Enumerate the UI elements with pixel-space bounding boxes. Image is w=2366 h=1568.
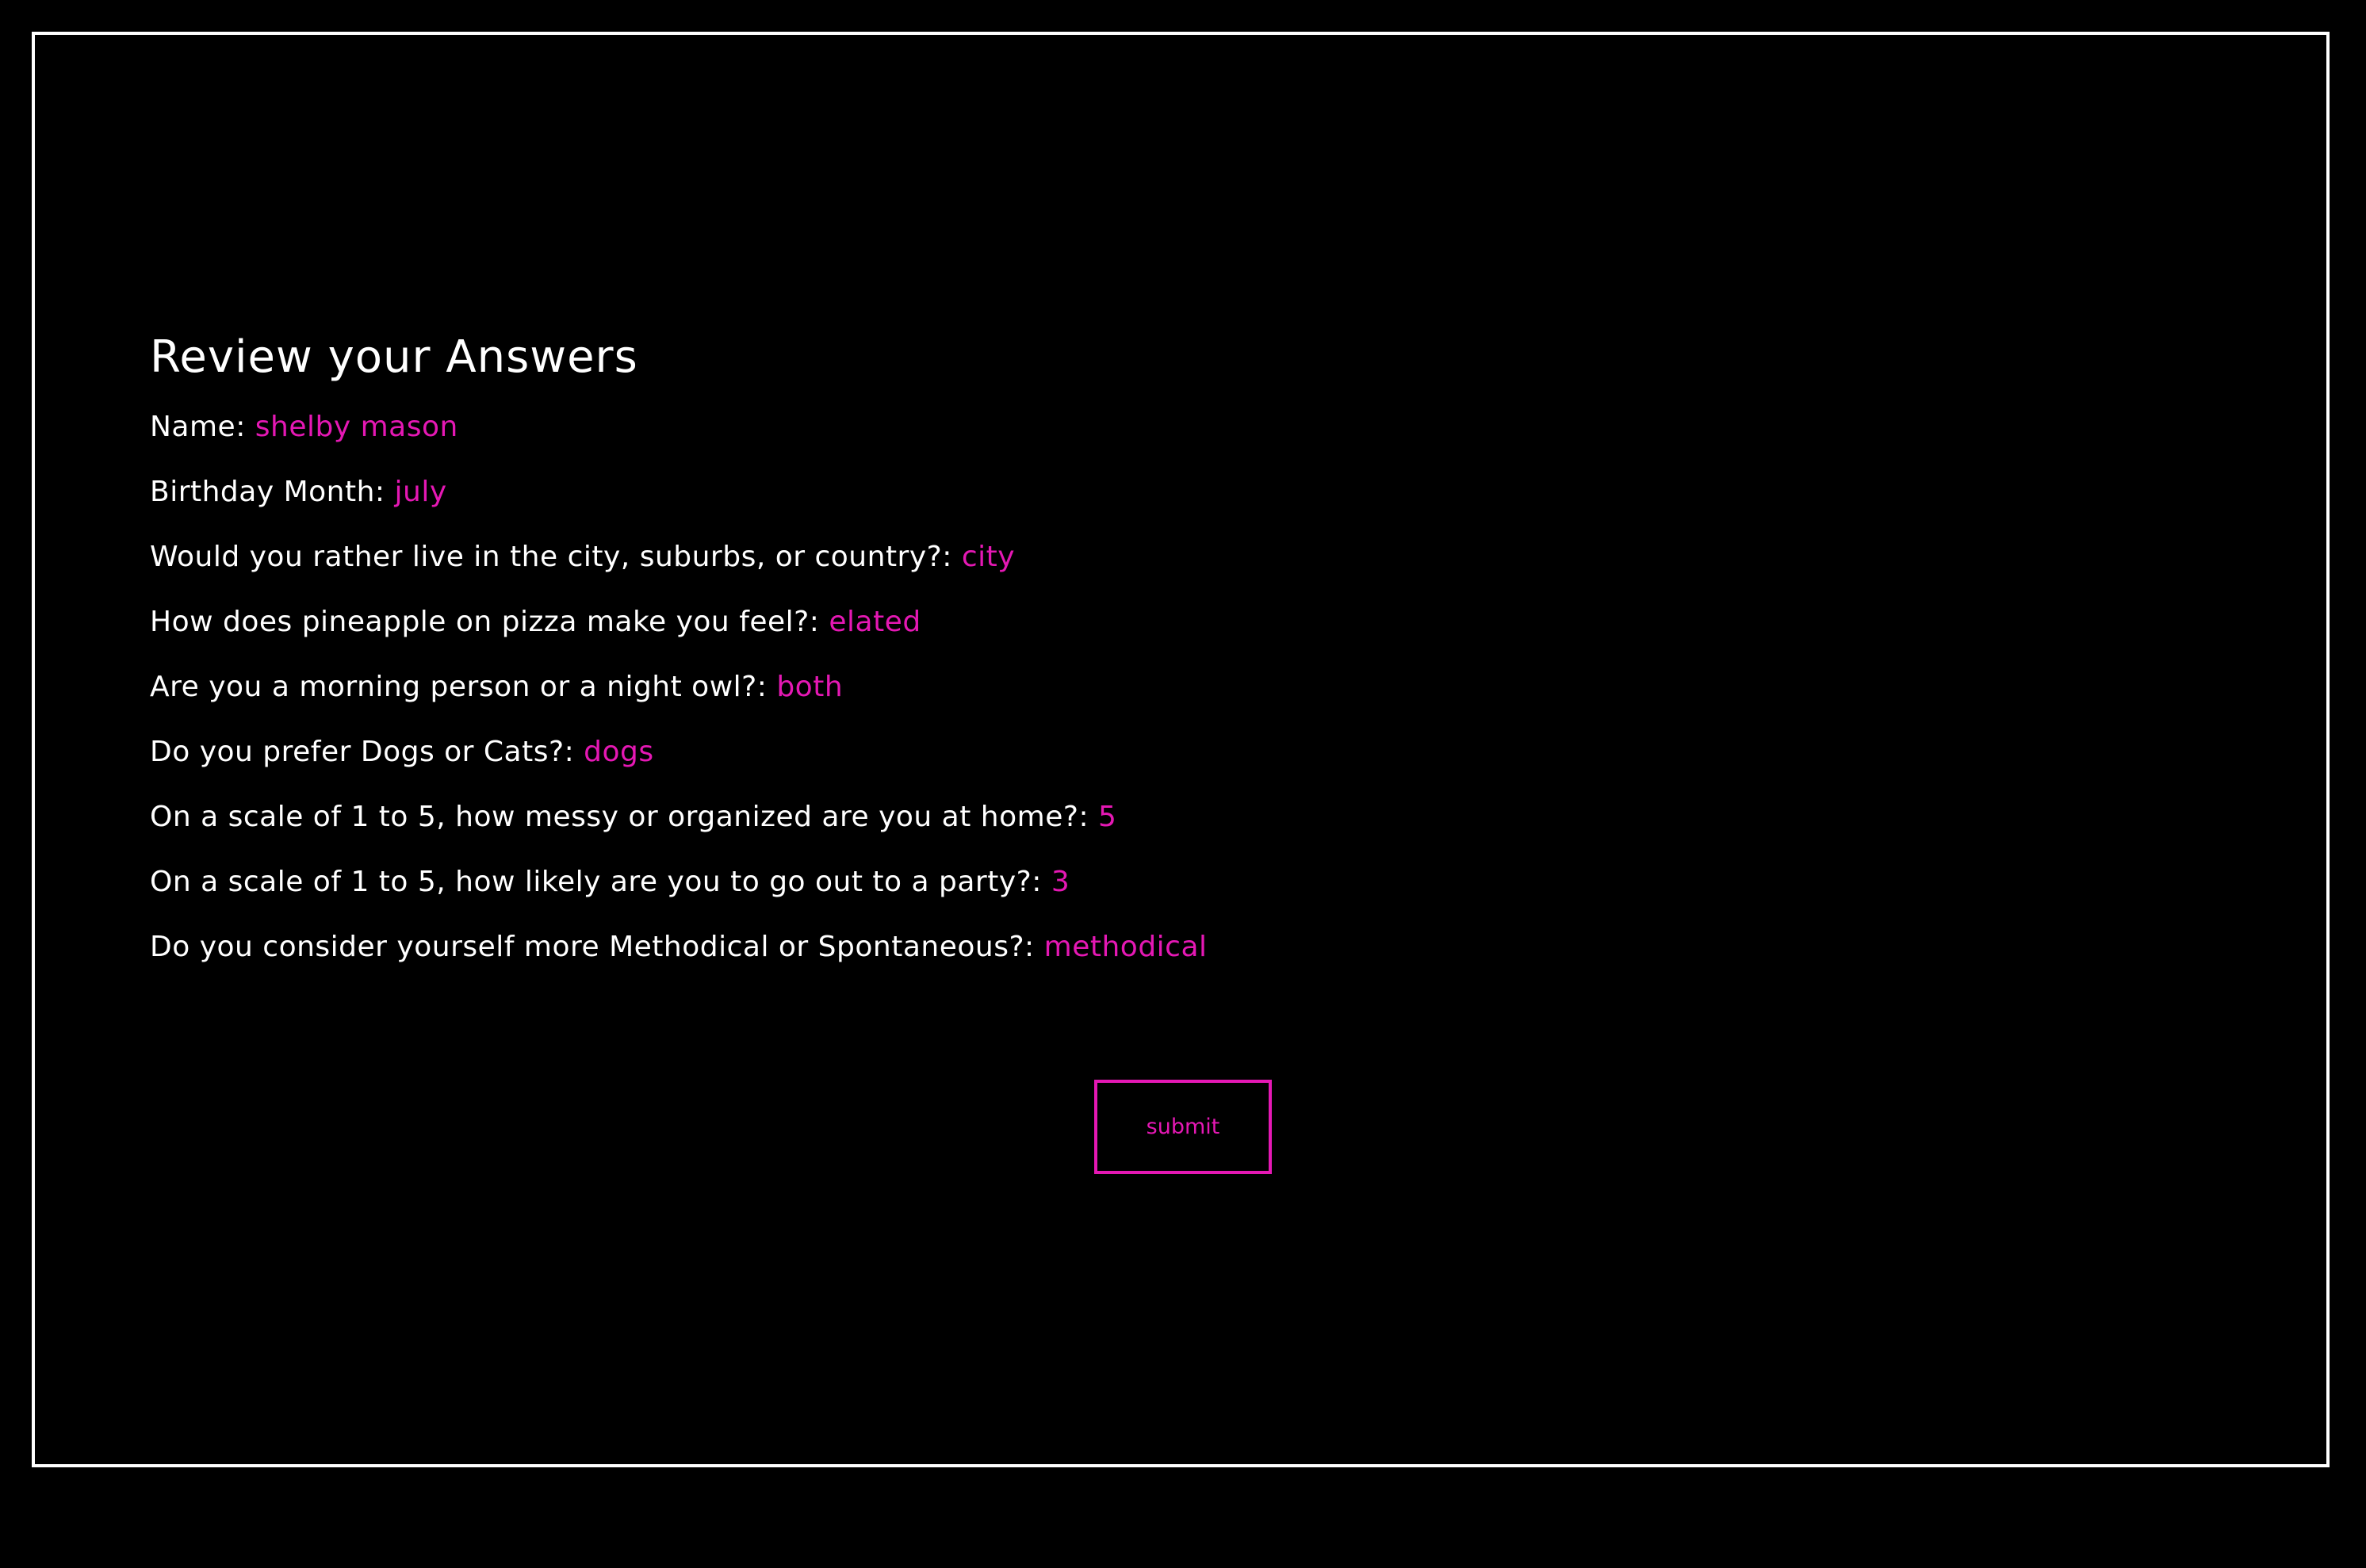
answer-row-methodical-spontaneous: Do you consider yourself more Methodical…	[150, 928, 2053, 993]
question-label: Do you consider yourself more Methodical…	[150, 931, 1044, 963]
question-label: Would you rather live in the city, subur…	[150, 541, 962, 573]
answer-value: elated	[829, 606, 921, 638]
question-label: How does pineapple on pizza make you fee…	[150, 606, 829, 638]
question-label: On a scale of 1 to 5, how messy or organ…	[150, 801, 1099, 833]
answer-row-birthday-month: Birthday Month: july	[150, 473, 2053, 538]
answer-value: 3	[1051, 866, 1070, 898]
answer-row-living-place: Would you rather live in the city, subur…	[150, 538, 2053, 603]
question-label: Birthday Month:	[150, 476, 395, 508]
answer-value: both	[776, 671, 844, 703]
answer-value: methodical	[1043, 931, 1208, 963]
answer-value: shelby mason	[255, 411, 458, 443]
review-panel: Review your Answers Name: shelby mason B…	[150, 329, 2053, 993]
answer-value: city	[961, 541, 1016, 573]
answers-list: Name: shelby mason Birthday Month: july …	[150, 408, 2053, 993]
question-label: Name:	[150, 411, 255, 443]
answer-row-messy-organized: On a scale of 1 to 5, how messy or organ…	[150, 798, 2053, 863]
answer-value: july	[394, 476, 447, 508]
question-label: Do you prefer Dogs or Cats?:	[150, 736, 584, 768]
submit-button[interactable]: submit	[1094, 1080, 1272, 1174]
answer-row-pineapple-pizza: How does pineapple on pizza make you fee…	[150, 603, 2053, 668]
answer-value: 5	[1098, 801, 1117, 833]
answer-row-party-likelihood: On a scale of 1 to 5, how likely are you…	[150, 863, 2053, 928]
question-label: On a scale of 1 to 5, how likely are you…	[150, 866, 1051, 898]
answer-row-dogs-cats: Do you prefer Dogs or Cats?: dogs	[150, 733, 2053, 798]
question-label: Are you a morning person or a night owl?…	[150, 671, 777, 703]
answer-value: dogs	[584, 736, 654, 768]
answer-row-morning-night: Are you a morning person or a night owl?…	[150, 668, 2053, 733]
answer-row-name: Name: shelby mason	[150, 408, 2053, 473]
page-title: Review your Answers	[150, 331, 638, 383]
